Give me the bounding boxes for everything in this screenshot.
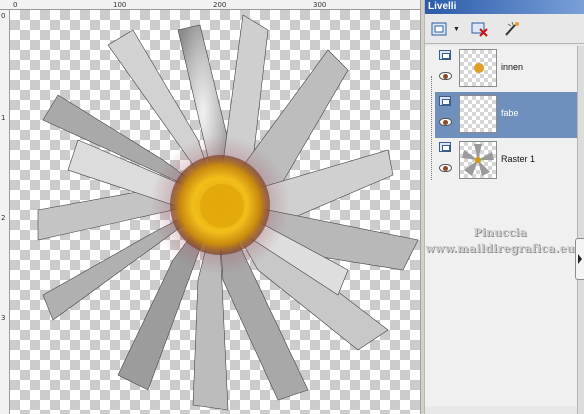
eye-icon[interactable]	[439, 164, 452, 172]
eye-icon[interactable]	[439, 72, 452, 80]
image-canvas[interactable]	[10, 10, 420, 414]
ruler-top-label: 300	[313, 1, 327, 9]
ruler-top-label: 100	[113, 1, 127, 9]
layer-name: Raster 1	[501, 154, 536, 164]
thumbnail-flower	[462, 144, 494, 176]
layer-row-innen[interactable]: innen	[435, 46, 577, 92]
layer-thumbnail	[459, 49, 497, 87]
ruler-left-label: 2	[1, 214, 6, 222]
thumbnail-flower-center	[474, 63, 484, 73]
layer-name: innen	[501, 62, 524, 72]
eye-icon[interactable]	[439, 118, 452, 126]
ruler-top-label: 200	[213, 1, 227, 9]
tree-connector	[431, 76, 432, 180]
ruler-top-label: 0	[13, 1, 18, 9]
ruler-left-label: 0	[1, 12, 6, 20]
chevron-down-icon[interactable]: ▼	[453, 26, 460, 33]
delete-layer-icon	[471, 22, 488, 37]
palette-title: Livelli	[425, 0, 584, 14]
new-raster-layer-icon	[431, 22, 447, 36]
palette-collapse-tab[interactable]	[575, 238, 584, 280]
layers-scrollbar[interactable]	[577, 46, 584, 414]
layer-row-fabe[interactable]: fabe	[435, 92, 577, 138]
watermark-site: www.maildiregrafica.eu	[425, 242, 575, 255]
edit-mask-button[interactable]	[501, 19, 523, 39]
layer-name: fabe	[501, 108, 519, 118]
layer-thumbnail	[459, 95, 497, 133]
layers-list: innen fabe Raster 1 Pinuccia www.maildir…	[425, 46, 577, 406]
watermark: Pinuccia www.maildiregrafica.eu	[425, 226, 575, 255]
layer-thumbnail	[459, 141, 497, 179]
layers-palette: Livelli ▼ innen fabe Raster 1 Pinuccia w…	[424, 0, 584, 414]
ruler-left: 0 1 2 3	[0, 10, 10, 414]
ruler-left-label: 1	[1, 114, 6, 122]
new-raster-layer-button[interactable]	[428, 19, 450, 39]
delete-layer-button[interactable]	[469, 19, 491, 39]
flower-image	[37, 14, 419, 411]
watermark-author: Pinuccia	[473, 226, 527, 239]
raster-layer-icon	[439, 96, 451, 106]
ruler-top: 0 100 200 300	[0, 0, 420, 10]
ruler-left-label: 3	[1, 314, 6, 322]
raster-layer-icon	[439, 142, 451, 152]
raster-layer-icon	[439, 50, 451, 60]
edit-mask-icon	[505, 21, 519, 36]
layers-toolbar: ▼	[425, 14, 584, 44]
layer-row-raster-1[interactable]: Raster 1	[435, 138, 577, 184]
